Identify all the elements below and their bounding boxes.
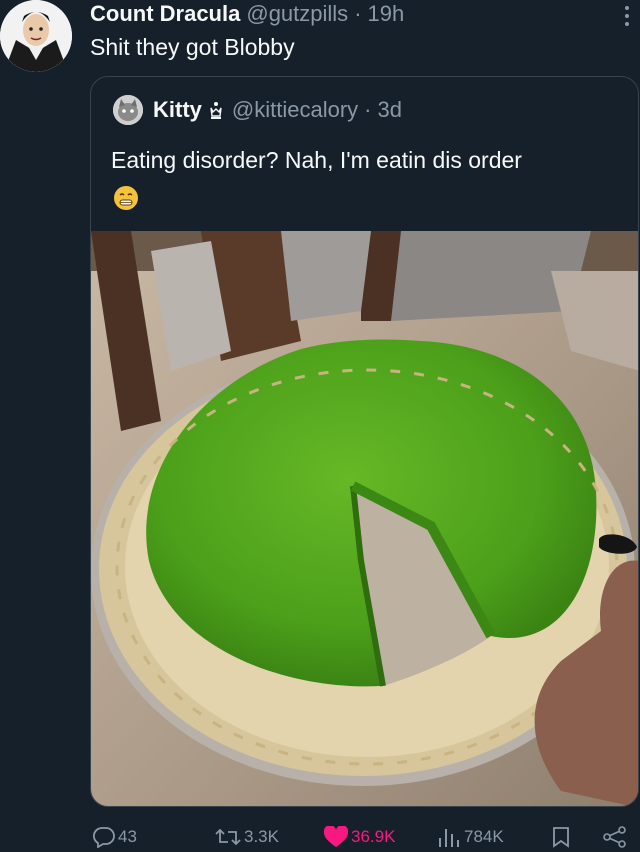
views-button[interactable]: 784K: [436, 826, 504, 848]
author-handle[interactable]: @gutzpills: [246, 1, 348, 27]
quoted-author-avatar: [113, 95, 143, 125]
bookmark-button[interactable]: [551, 826, 573, 848]
quoted-tweet-card[interactable]: Kitty @kittiecalory · 3d Eating disorder…: [90, 76, 639, 807]
quoted-tweet-timestamp: 3d: [377, 97, 402, 122]
heart-icon: [323, 826, 349, 847]
quoted-author-handle: @kittiecalory: [231, 97, 359, 122]
repost-icon: [215, 828, 241, 846]
quoted-author-name: Kitty: [153, 97, 202, 122]
like-count: 36.9K: [351, 827, 396, 846]
share-icon: [603, 826, 626, 848]
repost-count: 3.3K: [244, 827, 279, 846]
grimacing-face-emoji-icon: [114, 186, 138, 210]
bookmark-icon: [553, 827, 569, 848]
author-avatar[interactable]: [0, 0, 72, 72]
reply-icon: [92, 827, 115, 848]
repost-button[interactable]: 3.3K: [214, 826, 279, 848]
tweet-text: Shit they got Blobby: [90, 34, 295, 60]
views-chart-icon: [439, 829, 459, 847]
tweet-action-bar: 43 3.3K 36.9K 784K: [0, 822, 640, 852]
quoted-tweet-photo[interactable]: [91, 231, 639, 807]
view-count: 784K: [464, 827, 504, 846]
tweet-timestamp[interactable]: 19h: [368, 1, 405, 27]
quoted-tweet-text: Eating disorder? Nah, I'm eatin dis orde…: [111, 147, 522, 173]
reply-button[interactable]: 43: [92, 826, 137, 848]
reply-count: 43: [118, 827, 137, 846]
tweet-header: Count Dracula @gutzpills · 19h: [90, 0, 404, 28]
author-name[interactable]: Count Dracula: [90, 1, 240, 27]
crown-badge-icon: [210, 102, 222, 119]
more-options-icon[interactable]: [622, 4, 632, 28]
separator-dot: ·: [354, 1, 362, 26]
share-button[interactable]: [602, 826, 630, 848]
quoted-tweet-header: Kitty @kittiecalory · 3d: [113, 95, 402, 125]
separator-dot: ·: [364, 97, 372, 122]
like-button[interactable]: 36.9K: [323, 826, 395, 848]
